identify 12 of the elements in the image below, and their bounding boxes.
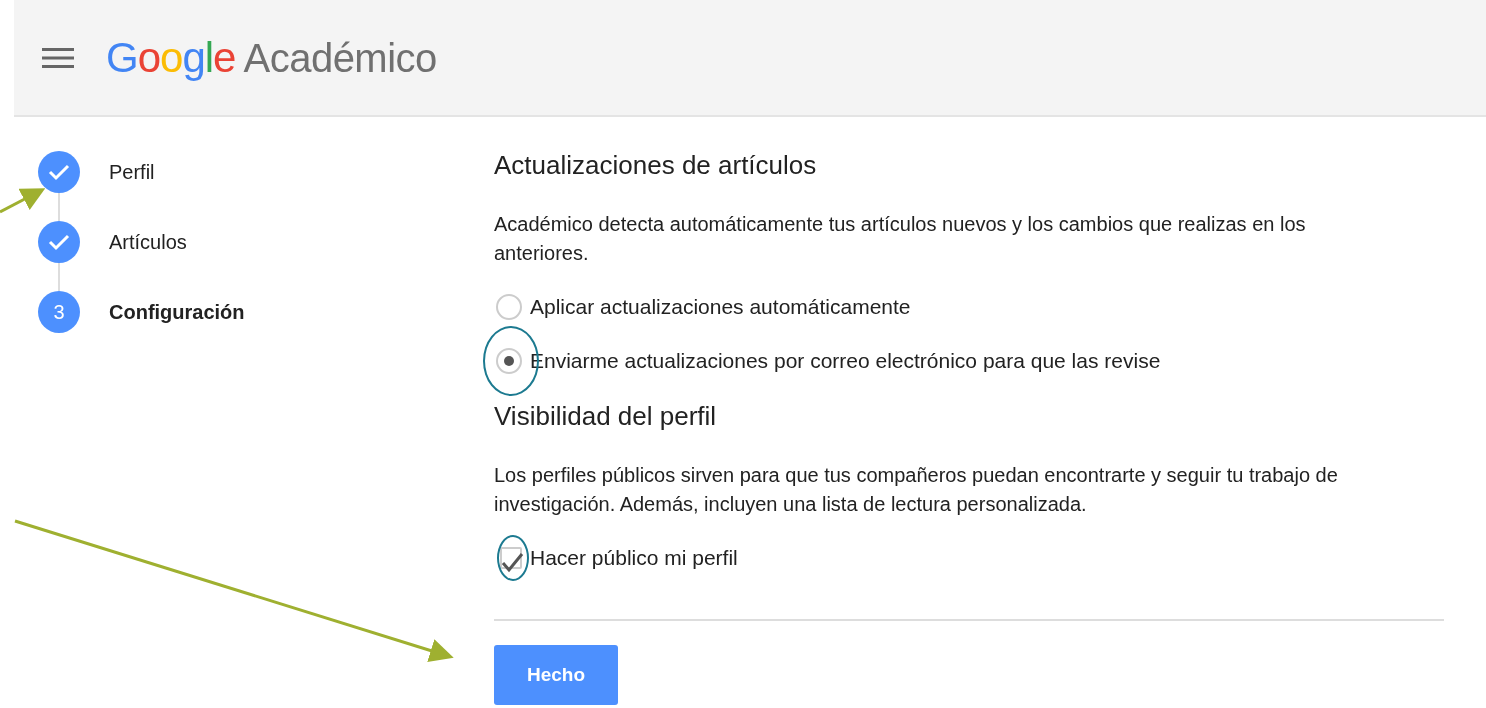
step-label[interactable]: Artículos <box>109 227 187 257</box>
logo[interactable]: Google <box>106 26 236 89</box>
radio-label[interactable]: Aplicar actualizaciones automáticamente <box>530 291 911 323</box>
step-label[interactable]: Configuración <box>109 297 245 327</box>
step-number: 3 <box>38 291 80 333</box>
description-text: Académico detecta automáticamente tus artículos nuevos y los cambios que realizas en los anteriores. <box>494 212 1307 266</box>
product-name: Académico <box>243 35 437 82</box>
description-text: Los perfiles públicos sirven para que tus compañeros puedan encontrarte y seguir tu trabajo de investigación. Además, incluyen una lista de lectura personalizada. <box>494 463 1339 517</box>
checkbox-label[interactable]: Hacer público mi perfil <box>530 542 738 574</box>
step-label[interactable]: Perfil <box>109 157 155 187</box>
section-heading: Visibilidad del perfil <box>494 401 718 431</box>
section-heading: Actualizaciones de artículos <box>494 150 818 180</box>
